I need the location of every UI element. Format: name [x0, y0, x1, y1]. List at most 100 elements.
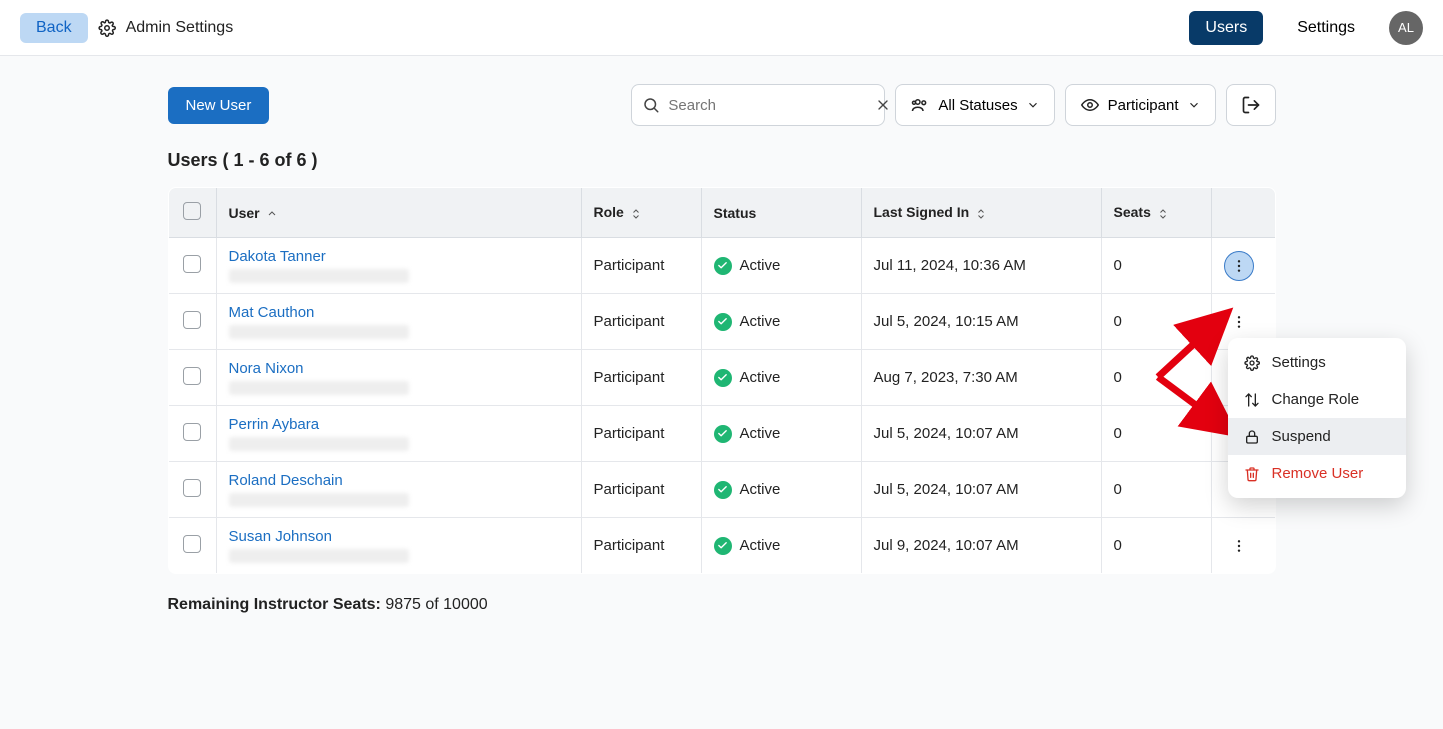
- status-filter-label: All Statuses: [938, 97, 1017, 114]
- cell-status: Active: [714, 369, 849, 387]
- seat-counter-value: 9875 of 10000: [385, 596, 487, 613]
- col-role[interactable]: Role: [581, 188, 701, 238]
- popover-settings[interactable]: Settings: [1228, 344, 1406, 381]
- page-title: Admin Settings: [126, 19, 234, 37]
- cell-role: Participant: [581, 238, 701, 294]
- user-link[interactable]: Roland Deschain: [229, 472, 343, 489]
- cell-last-signed-in: Jul 9, 2024, 10:07 AM: [861, 518, 1101, 574]
- row-checkbox[interactable]: [183, 311, 201, 329]
- users-icon: [910, 96, 930, 114]
- popover-suspend[interactable]: Suspend: [1228, 418, 1406, 455]
- topbar-right: Users Settings AL: [1189, 11, 1423, 45]
- topbar-left: Back Admin Settings: [20, 13, 233, 43]
- toolbar: New User All Statuses: [168, 84, 1276, 126]
- cell-role: Participant: [581, 294, 701, 350]
- trash-icon: [1244, 466, 1260, 482]
- select-all-checkbox[interactable]: [183, 202, 201, 220]
- row-actions-popover: Settings Change Role Suspend Remove User: [1228, 338, 1406, 498]
- topbar: Back Admin Settings Users Settings AL: [0, 0, 1443, 56]
- seat-counter: Remaining Instructor Seats: 9875 of 1000…: [168, 596, 1276, 614]
- table-row: Roland Deschain Participant Active Jul 5…: [168, 462, 1275, 518]
- user-link[interactable]: Nora Nixon: [229, 360, 304, 377]
- user-email-blurred: [229, 269, 409, 283]
- check-circle-icon: [714, 537, 732, 555]
- cell-role: Participant: [581, 406, 701, 462]
- check-circle-icon: [714, 425, 732, 443]
- user-link[interactable]: Dakota Tanner: [229, 248, 326, 265]
- chevron-down-icon: [1026, 98, 1040, 112]
- row-checkbox[interactable]: [183, 423, 201, 441]
- cell-status: Active: [714, 313, 849, 331]
- search-icon: [642, 96, 660, 114]
- avatar[interactable]: AL: [1389, 11, 1423, 45]
- col-status: Status: [701, 188, 861, 238]
- check-circle-icon: [714, 481, 732, 499]
- row-checkbox[interactable]: [183, 255, 201, 273]
- row-checkbox[interactable]: [183, 367, 201, 385]
- cell-last-signed-in: Jul 5, 2024, 10:07 AM: [861, 462, 1101, 518]
- swap-icon: [1244, 392, 1260, 408]
- gear-icon: [98, 19, 116, 37]
- list-title: Users ( 1 - 6 of 6 ): [168, 150, 1276, 171]
- user-email-blurred: [229, 325, 409, 339]
- clear-search-icon[interactable]: [875, 97, 891, 113]
- popover-suspend-label: Suspend: [1272, 428, 1331, 445]
- cell-last-signed-in: Jul 11, 2024, 10:36 AM: [861, 238, 1101, 294]
- col-seats[interactable]: Seats: [1101, 188, 1211, 238]
- user-email-blurred: [229, 549, 409, 563]
- new-user-button[interactable]: New User: [168, 87, 270, 124]
- status-filter[interactable]: All Statuses: [895, 84, 1054, 126]
- cell-last-signed-in: Jul 5, 2024, 10:15 AM: [861, 294, 1101, 350]
- role-filter[interactable]: Participant: [1065, 84, 1216, 126]
- user-link[interactable]: Mat Cauthon: [229, 304, 315, 321]
- popover-settings-label: Settings: [1272, 354, 1326, 371]
- check-circle-icon: [714, 369, 732, 387]
- gear-icon: [1244, 355, 1260, 371]
- sort-asc-icon: [266, 208, 278, 220]
- table-row: Susan Johnson Participant Active Jul 9, …: [168, 518, 1275, 574]
- cell-status: Active: [714, 257, 849, 275]
- chevron-down-icon: [1187, 98, 1201, 112]
- popover-change-role-label: Change Role: [1272, 391, 1360, 408]
- sort-icon: [1157, 207, 1169, 221]
- sort-icon: [630, 207, 642, 221]
- row-checkbox[interactable]: [183, 479, 201, 497]
- user-email-blurred: [229, 437, 409, 451]
- search-box[interactable]: [631, 84, 885, 126]
- check-circle-icon: [714, 257, 732, 275]
- cell-role: Participant: [581, 462, 701, 518]
- popover-change-role[interactable]: Change Role: [1228, 381, 1406, 418]
- row-actions-button[interactable]: [1224, 251, 1254, 281]
- seat-counter-label: Remaining Instructor Seats:: [168, 596, 381, 613]
- cell-last-signed-in: Aug 7, 2023, 7:30 AM: [861, 350, 1101, 406]
- popover-remove[interactable]: Remove User: [1228, 455, 1406, 492]
- cell-status: Active: [714, 537, 849, 555]
- container: New User All Statuses: [168, 84, 1276, 614]
- col-last[interactable]: Last Signed In: [861, 188, 1101, 238]
- row-checkbox[interactable]: [183, 535, 201, 553]
- user-link[interactable]: Susan Johnson: [229, 528, 332, 545]
- cell-role: Participant: [581, 350, 701, 406]
- content: New User All Statuses: [0, 56, 1443, 729]
- table-row: Mat Cauthon Participant Active Jul 5, 20…: [168, 294, 1275, 350]
- table-row: Nora Nixon Participant Active Aug 7, 202…: [168, 350, 1275, 406]
- user-link[interactable]: Perrin Aybara: [229, 416, 320, 433]
- cell-seats: 0: [1101, 238, 1211, 294]
- back-button[interactable]: Back: [20, 13, 88, 43]
- nav-settings[interactable]: Settings: [1281, 11, 1371, 45]
- popover-remove-label: Remove User: [1272, 465, 1364, 482]
- cell-status: Active: [714, 481, 849, 499]
- col-user[interactable]: User: [216, 188, 581, 238]
- user-email-blurred: [229, 493, 409, 507]
- more-vertical-icon: [1231, 538, 1247, 554]
- toolbar-right: All Statuses Participant: [631, 84, 1275, 126]
- sort-icon: [975, 207, 987, 221]
- nav-users[interactable]: Users: [1189, 11, 1263, 45]
- search-input[interactable]: [668, 97, 867, 114]
- export-button[interactable]: [1226, 84, 1276, 126]
- cell-role: Participant: [581, 518, 701, 574]
- row-actions-button[interactable]: [1224, 531, 1254, 561]
- eye-icon: [1080, 96, 1100, 114]
- more-vertical-icon: [1231, 258, 1247, 274]
- table-row: Dakota Tanner Participant Active Jul 11,…: [168, 238, 1275, 294]
